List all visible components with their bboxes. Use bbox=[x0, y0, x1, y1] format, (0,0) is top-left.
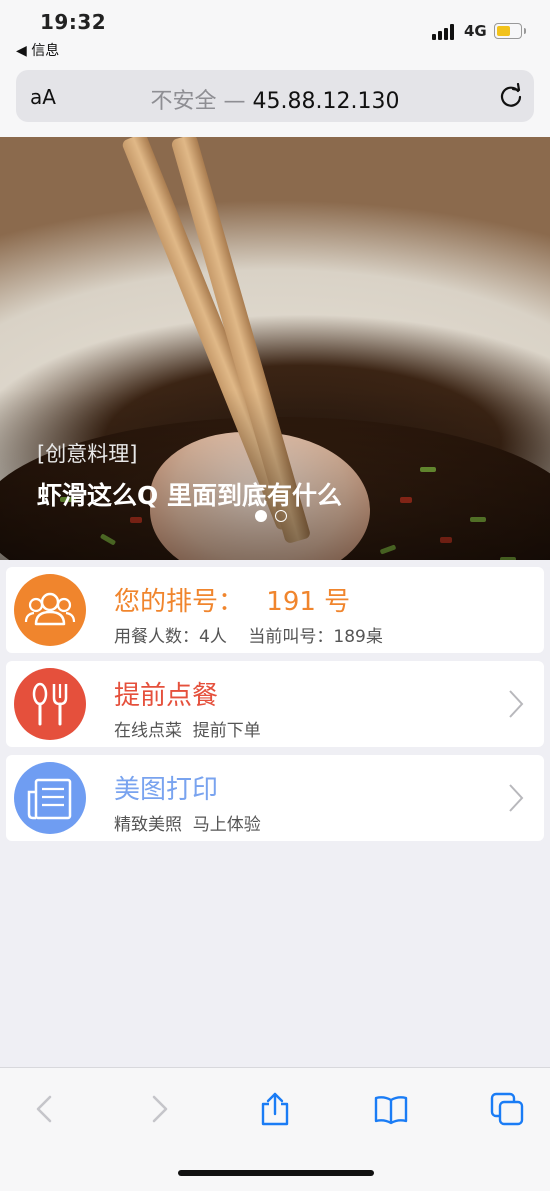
pre-order-icon-circle bbox=[14, 668, 86, 740]
status-time: 19:32 bbox=[40, 10, 107, 34]
url-display[interactable]: 不安全 — 45.88.12.130 bbox=[16, 83, 534, 115]
pre-order-title: 提前点餐 bbox=[114, 681, 219, 711]
photo-print-card[interactable]: 美图打印 精致美照 马上体验 bbox=[6, 755, 544, 841]
queue-number: 191 号 bbox=[266, 587, 351, 617]
cellular-signal-icon bbox=[432, 24, 458, 40]
security-label: 不安全 bbox=[150, 89, 217, 114]
photo-print-title: 美图打印 bbox=[114, 775, 219, 805]
banner-tag: [创意料理] bbox=[37, 442, 138, 466]
url-separator: — bbox=[216, 89, 253, 114]
queue-title: 您的排号： 191 号 bbox=[114, 581, 350, 618]
photo-print-icon-circle bbox=[14, 762, 86, 834]
chevron-right-icon bbox=[509, 784, 524, 812]
bookmarks-icon[interactable] bbox=[374, 1092, 408, 1126]
queue-details: 用餐人数：4人 当前叫号：189桌 bbox=[114, 627, 383, 647]
photo-print-subtitle: 精致美照 马上体验 bbox=[114, 815, 261, 835]
banner-headline[interactable]: 虾滑这么Q 里面到底有什么 bbox=[37, 476, 342, 512]
chevron-right-icon bbox=[509, 690, 524, 718]
queue-number-card: 您的排号： 191 号 用餐人数：4人 当前叫号：189桌 bbox=[6, 567, 544, 653]
battery-icon bbox=[494, 23, 526, 39]
back-to-app-link[interactable]: ◀ 信息 bbox=[16, 40, 59, 60]
network-type: 4G bbox=[464, 22, 487, 40]
group-users-icon bbox=[24, 592, 76, 626]
carousel-dot-1[interactable] bbox=[255, 510, 267, 522]
back-icon[interactable] bbox=[28, 1092, 62, 1126]
forward-icon[interactable] bbox=[142, 1092, 176, 1126]
browser-address-area: aA 不安全 — 45.88.12.130 bbox=[0, 62, 550, 137]
url-host: 45.88.12.130 bbox=[252, 89, 400, 114]
carousel-dot-2[interactable] bbox=[275, 510, 287, 522]
pre-order-subtitle: 在线点菜 提前下单 bbox=[114, 721, 261, 741]
pre-order-card[interactable]: 提前点餐 在线点菜 提前下单 bbox=[6, 661, 544, 747]
home-indicator[interactable] bbox=[178, 1170, 374, 1176]
queue-icon-circle bbox=[14, 574, 86, 646]
carousel-indicator[interactable] bbox=[255, 507, 295, 526]
reload-icon[interactable] bbox=[498, 83, 524, 109]
address-bar[interactable]: aA 不安全 — 45.88.12.130 bbox=[16, 70, 534, 122]
newspaper-icon bbox=[27, 778, 72, 820]
spoon-fork-icon bbox=[32, 682, 68, 726]
share-icon[interactable] bbox=[258, 1092, 292, 1126]
tabs-icon[interactable] bbox=[490, 1092, 524, 1126]
queue-label: 您的排号： bbox=[114, 587, 245, 617]
status-bar: 19:32 ◀ 信息 4G bbox=[0, 0, 550, 62]
